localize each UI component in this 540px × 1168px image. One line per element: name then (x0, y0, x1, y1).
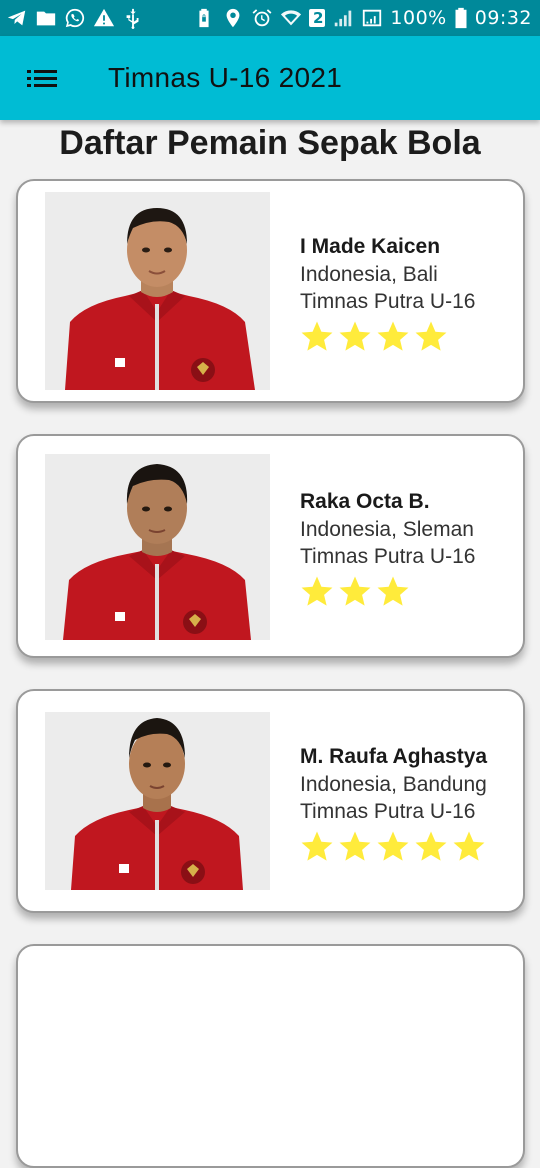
star-icon (338, 319, 372, 353)
star-icon (300, 829, 334, 863)
app-bar: Timnas U-16 2021 (0, 36, 540, 120)
player-info: I Made Kaicen Indonesia, Bali Timnas Put… (300, 233, 519, 353)
player-team: Timnas Putra U-16 (300, 545, 476, 568)
player-origin: Indonesia, Bandung (300, 773, 487, 796)
star-icon (338, 574, 372, 608)
player-card[interactable] (16, 944, 525, 1168)
player-info: M. Raufa Aghastya Indonesia, Bandung Tim… (300, 743, 519, 863)
star-icon (452, 829, 486, 863)
player-name: M. Raufa Aghastya (300, 745, 488, 768)
player-team: Timnas Putra U-16 (300, 290, 476, 313)
menu-button[interactable] (0, 36, 84, 120)
warning-icon (93, 7, 115, 29)
status-right-icons: 2 100% 09:32 (193, 7, 532, 29)
star-icon (338, 829, 372, 863)
star-icon (376, 574, 410, 608)
battery-icon (454, 7, 468, 29)
signal-box-icon (361, 7, 383, 29)
page-heading: Daftar Pemain Sepak Bola (59, 124, 481, 162)
player-info: Raka Octa B. Indonesia, Sleman Timnas Pu… (300, 488, 519, 608)
status-left-icons (6, 7, 144, 29)
menu-icon (27, 70, 57, 87)
star-icon (300, 574, 334, 608)
clock-time: 09:32 (474, 7, 532, 29)
wifi-icon (280, 7, 302, 29)
player-team: Timnas Putra U-16 (300, 800, 476, 823)
lock-battery-icon (193, 7, 215, 29)
location-icon (222, 7, 244, 29)
star-icon (414, 829, 448, 863)
star-icon (376, 829, 410, 863)
telegram-icon (6, 7, 28, 29)
alarm-icon (251, 7, 273, 29)
sim-badge-text: 2 (312, 9, 324, 27)
status-bar: 2 100% 09:32 (0, 0, 540, 36)
player-origin: Indonesia, Sleman (300, 518, 474, 541)
player-rating (300, 829, 519, 863)
player-name: Raka Octa B. (300, 490, 430, 513)
folder-icon (35, 7, 57, 29)
star-icon (300, 319, 334, 353)
player-card[interactable]: M. Raufa Aghastya Indonesia, Bandung Tim… (16, 689, 525, 913)
player-name: I Made Kaicen (300, 235, 441, 258)
star-icon (376, 319, 410, 353)
star-icon (414, 319, 448, 353)
player-origin: Indonesia, Bali (300, 263, 438, 286)
player-card[interactable]: Raka Octa B. Indonesia, Sleman Timnas Pu… (16, 434, 525, 658)
whatsapp-icon (64, 7, 86, 29)
app-title: Timnas U-16 2021 (108, 62, 343, 93)
player-photo (45, 454, 270, 640)
player-photo (45, 192, 270, 390)
player-card[interactable]: I Made Kaicen Indonesia, Bali Timnas Put… (16, 179, 525, 403)
player-photo (45, 712, 270, 890)
battery-percent: 100% (390, 7, 447, 29)
player-rating (300, 574, 519, 608)
signal-icon (332, 7, 354, 29)
player-rating (300, 319, 519, 353)
usb-icon (122, 7, 144, 29)
